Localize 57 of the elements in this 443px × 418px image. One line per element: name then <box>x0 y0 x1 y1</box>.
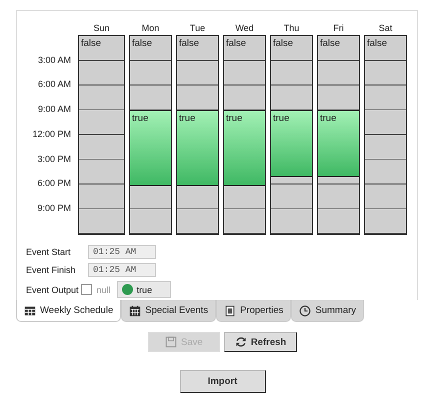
active-block[interactable]: true <box>224 110 265 184</box>
time-label: 6:00 AM <box>36 78 72 92</box>
block-value: false <box>178 37 200 49</box>
active-block[interactable]: true <box>177 110 218 184</box>
day-header: Tue <box>188 23 206 35</box>
day-column[interactable]: false true <box>317 35 360 235</box>
block-value: true <box>131 112 150 124</box>
grid-icon <box>24 304 36 316</box>
block-value: true <box>225 112 244 124</box>
active-block[interactable]: true <box>130 110 171 184</box>
tab[interactable]: Properties <box>216 300 292 322</box>
block-value: false <box>272 37 294 49</box>
block-value: false <box>225 37 248 49</box>
day-header: Wed <box>234 23 255 35</box>
time-label: 3:00 PM <box>36 152 72 166</box>
block-value: false <box>366 37 388 49</box>
block-value: false <box>80 37 102 49</box>
tab[interactable]: Weekly Schedule <box>16 300 122 322</box>
calendar-icon <box>129 304 142 316</box>
document-icon <box>224 304 236 316</box>
block-value: true <box>178 112 196 124</box>
day-header: Sun <box>92 23 110 35</box>
time-label: 3:00 AM <box>36 54 72 66</box>
day-column[interactable]: false true <box>270 35 313 235</box>
save-icon <box>164 336 177 348</box>
output-value-field[interactable]: true <box>116 281 172 298</box>
day-header: Sat <box>378 23 394 35</box>
day-header: Fri <box>332 23 345 35</box>
field-label: Event Output <box>26 284 79 294</box>
null-label: null <box>96 284 111 294</box>
refresh-icon <box>234 336 247 348</box>
day-column[interactable]: false true <box>129 35 172 235</box>
time-label: 12:00 PM <box>31 128 72 141</box>
time-label: 9:00 AM <box>36 103 72 116</box>
output-value: true <box>136 284 152 294</box>
day-column[interactable]: false true <box>223 35 266 235</box>
block-value: true <box>319 112 338 124</box>
time-field[interactable]: 01:25 AM <box>88 263 156 277</box>
day-header: Mon <box>140 23 160 35</box>
time-label: 6:00 PM <box>36 177 72 190</box>
import-button[interactable]: Import <box>180 370 266 393</box>
tab[interactable]: Special Events <box>121 300 216 322</box>
day-column[interactable]: false true <box>176 35 219 235</box>
tab[interactable]: Summary <box>291 300 364 322</box>
day-header: Thu <box>282 23 300 35</box>
null-checkbox[interactable] <box>80 284 92 295</box>
field-label: Event Finish <box>26 265 77 275</box>
block-value: true <box>272 112 290 124</box>
clock-icon <box>299 304 312 316</box>
time-field[interactable]: 01:25 AM <box>88 245 156 259</box>
active-block[interactable]: true <box>271 110 312 176</box>
refresh-button[interactable]: Refresh <box>224 332 298 352</box>
active-block[interactable]: true <box>318 110 359 176</box>
time-label: 9:00 PM <box>36 202 72 215</box>
block-value: false <box>131 37 154 49</box>
block-value: false <box>319 37 342 49</box>
field-label: Event Start <box>26 247 72 257</box>
